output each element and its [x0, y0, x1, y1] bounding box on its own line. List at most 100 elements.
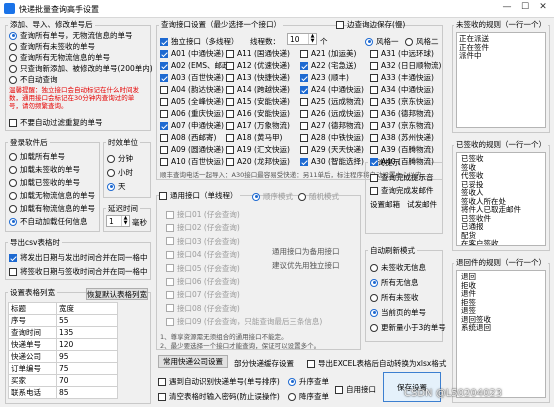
style-two-radio[interactable]: 风格二	[405, 36, 439, 47]
general-api-9[interactable]: 接口09 (仔会查询，只能查询最后三条信息)	[166, 316, 322, 327]
cell[interactable]: 95	[56, 350, 118, 363]
table-row[interactable]: 联系电话 85	[8, 386, 118, 399]
api-check-2-1[interactable]: A13 (快捷快递)	[226, 72, 290, 83]
cell[interactable]: 70	[56, 374, 118, 387]
api-check-8-0[interactable]: A09 (圆通快递)	[160, 144, 224, 155]
api-check-9-0[interactable]: A10 (百世快运)	[160, 156, 224, 167]
threads-input[interactable]: 10 ▲ ▼	[287, 33, 317, 45]
api-check-0-1[interactable]: A11 (国通快递)	[226, 48, 290, 59]
refresh-opt-2[interactable]: 所有未签收	[370, 292, 419, 303]
return-rule-list[interactable]: 退回 拒收 退件 拒签 退签 退回签收 系统退回	[456, 270, 546, 398]
api-check-6-3[interactable]: A37 (京东物流)	[370, 120, 434, 131]
export-xlsx-check[interactable]: 导出EXCEL表格后自动转换为xlsx格式	[307, 358, 446, 369]
api-check-9-2[interactable]: A30 (智能选择)	[300, 156, 364, 167]
api-check-6-2[interactable]: A27 (德邦物流)	[300, 120, 364, 131]
cell[interactable]: 85	[56, 386, 118, 399]
time-opt-day[interactable]: 天	[107, 181, 126, 192]
api-check-4-0[interactable]: A05 (全峰快递)	[160, 96, 224, 107]
api-check-8-1[interactable]: A19 (汇文快运)	[226, 144, 290, 155]
general-api-2[interactable]: 接口02 (仔会查询)	[166, 222, 240, 233]
delay-input[interactable]: 1 ▲ ▼	[106, 215, 130, 227]
cell[interactable]: 55	[56, 314, 118, 327]
time-opt-minute[interactable]: 分钟	[107, 153, 133, 164]
api-check-7-1[interactable]: A18 (黄马甲)	[226, 132, 282, 143]
api-check-0-2[interactable]: A21 (加运美)	[300, 48, 356, 59]
general-api-1[interactable]: 接口01 (仔会查询)	[166, 209, 240, 220]
api-check-2-2[interactable]: A23 (顺丰)	[300, 72, 349, 83]
asc-radio[interactable]: 升序查单	[288, 376, 329, 387]
table-row[interactable]: 订单编号 75	[8, 362, 118, 375]
general-api-7[interactable]: 接口07 (仔会查询)	[166, 289, 240, 300]
login-opt-3[interactable]: 加载无物流信息的单号	[9, 190, 95, 201]
api-check-5-0[interactable]: A06 (重庆快运)	[160, 108, 224, 119]
api-check-5-3[interactable]: A36 (德邦物流)	[370, 108, 434, 119]
cell[interactable]: 120	[56, 338, 118, 351]
api-check-3-2[interactable]: A24 (中通快运)	[300, 84, 364, 95]
cell[interactable]: 75	[56, 362, 118, 375]
maximize-button[interactable]: ☐	[518, 2, 532, 12]
api-check-3-1[interactable]: A14 (跨越快递)	[226, 84, 290, 95]
add-opt-2[interactable]: 查询所有无物流信息的单号	[9, 52, 110, 63]
add-opt-0[interactable]: 查询所有单号，无物流信息的单号	[9, 30, 133, 41]
api-check-1-2[interactable]: A22 (宅急送)	[300, 60, 356, 71]
api-check-1-3[interactable]: A32 (日日顺物流)	[370, 60, 441, 71]
api-check-3-3[interactable]: A34 (中通快运)	[370, 84, 434, 95]
general-api-5[interactable]: 接口05 (仔会查询)	[166, 263, 240, 274]
api-check-4-2[interactable]: A25 (远成物流)	[300, 96, 364, 107]
time-opt-hour[interactable]: 小时	[107, 167, 133, 178]
random-mode-radio[interactable]: 随机模式	[298, 191, 339, 202]
api-check-3-0[interactable]: A04 (韵达快递)	[160, 84, 224, 95]
table-row[interactable]: 快递单号 120	[8, 338, 118, 351]
api-check-4-3[interactable]: A35 (京东快运)	[370, 96, 434, 107]
general-api-check[interactable]: 通用接口（单线程）	[159, 190, 240, 201]
style-one-radio[interactable]: 风格一	[365, 36, 399, 47]
export-merge-send[interactable]: 将发出日期与发出时间合并在同一格中	[9, 252, 148, 263]
spinner-arrows-icon[interactable]: ▲ ▼	[121, 216, 129, 226]
export-merge-sign[interactable]: 将签收日期与签收时间合并在同一格中	[9, 266, 148, 277]
cell[interactable]: 135	[56, 326, 118, 339]
refresh-opt-0[interactable]: 未签收无信息	[370, 262, 426, 273]
unsigned-rule-list[interactable]: 正在派送 正在签件 派件中	[456, 32, 546, 128]
refresh-opt-4[interactable]: 更新量小于3的单号	[370, 322, 446, 333]
general-api-6[interactable]: 接口06 (仔会查询)	[166, 276, 240, 287]
minimize-button[interactable]: —	[500, 2, 514, 12]
api-check-0-3[interactable]: A31 (中远环球)	[370, 48, 434, 59]
api-check-8-2[interactable]: A29 (天天快递)	[300, 144, 364, 155]
refresh-opt-3[interactable]: 当前页的单号	[370, 307, 426, 318]
api-check-6-1[interactable]: A17 (万象物流)	[226, 120, 290, 131]
common-courier-button[interactable]: 常用快递公司设置	[158, 355, 228, 368]
tip-sound-check[interactable]: 查询完成提示音	[370, 172, 434, 183]
save-while-query-check[interactable]: 边查询边保存(慢)	[336, 19, 405, 30]
table-row[interactable]: 序号 55	[8, 314, 118, 327]
login-opt-1[interactable]: 加载未签收的单号	[9, 164, 80, 175]
api-check-1-0[interactable]: A02 (EMS、邮政)	[160, 60, 232, 71]
api-check-5-2[interactable]: A26 (远成快运)	[300, 108, 364, 119]
api-check-2-0[interactable]: A03 (百世快递)	[160, 72, 224, 83]
tip-email-check[interactable]: 查询完成发邮件	[370, 185, 434, 196]
refresh-opt-1[interactable]: 所有无信息	[370, 277, 419, 288]
api-check-4-1[interactable]: A15 (安能快递)	[226, 96, 290, 107]
login-opt-2[interactable]: 加载已签收的单号	[9, 177, 80, 188]
auto-api-check[interactable]: 自用接口	[335, 384, 376, 395]
login-opt-4[interactable]: 加载有物流信息的单号	[9, 203, 95, 214]
test-email-link[interactable]: 试发邮件	[407, 199, 437, 210]
no-repeat-check[interactable]: 不要自动过滤重复的单号	[9, 117, 103, 128]
general-api-3[interactable]: 接口03 (仔会查询)	[166, 236, 240, 247]
table-row[interactable]: 买家 70	[8, 374, 118, 387]
api-check-7-2[interactable]: A28 (中铁快运)	[300, 132, 364, 143]
spinner-arrows-icon[interactable]: ▲ ▼	[308, 34, 316, 44]
add-opt-3[interactable]: 只查询新添加、被修改的单号(200单内)	[9, 63, 153, 74]
api-check-9-3[interactable]: A40 (百腾物流)	[370, 156, 434, 167]
sequence-mode-radio[interactable]: 顺序模式	[252, 191, 293, 202]
independent-api-check[interactable]: 独立接口（多线程）	[160, 36, 239, 47]
desc-radio[interactable]: 降序查单	[288, 391, 329, 402]
table-row[interactable]: 查询时间 135	[8, 326, 118, 339]
clear-password-check[interactable]: 清空表格时输入密码(防止误操作)	[158, 391, 280, 402]
api-check-7-3[interactable]: A38 (苏州快递)	[370, 132, 434, 143]
api-check-6-0[interactable]: A07 (申通快递)	[160, 120, 224, 131]
table-row[interactable]: 快递公司 95	[8, 350, 118, 363]
api-check-2-3[interactable]: A33 (丰通快运)	[370, 72, 434, 83]
api-check-7-0[interactable]: A08 (西邮寄)	[160, 132, 216, 143]
general-api-4[interactable]: 接口04 (仔会查询)	[166, 249, 240, 260]
add-opt-1[interactable]: 查询所有未签收的单号	[9, 41, 95, 52]
